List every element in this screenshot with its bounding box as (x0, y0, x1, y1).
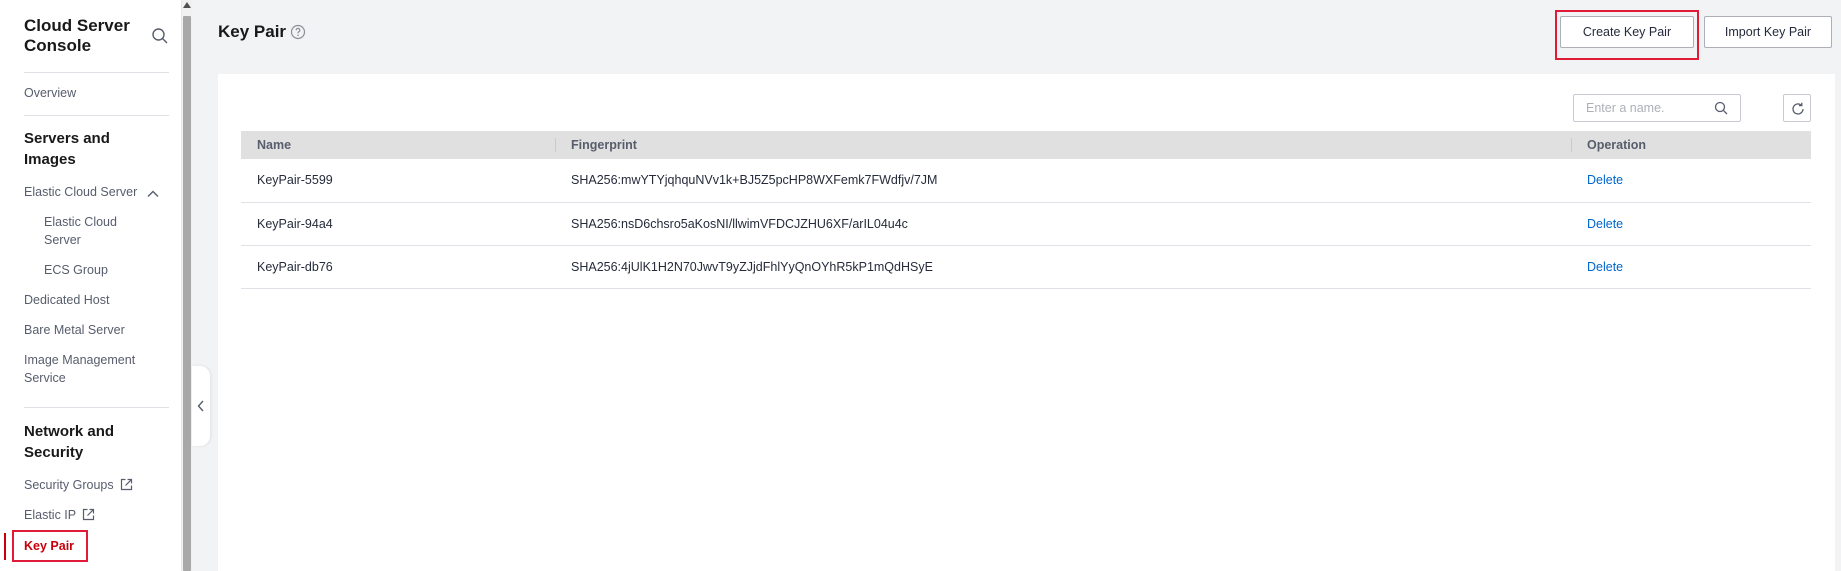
key-pair-name: KeyPair-5599 (241, 159, 555, 203)
import-key-pair-button[interactable]: Import Key Pair (1704, 16, 1832, 48)
sidebar-scrollbar[interactable] (182, 0, 192, 571)
delete-link-cell: Delete (1571, 245, 1811, 289)
sidebar-item-key-pair[interactable]: Key Pair (24, 537, 74, 555)
sidebar-header: Cloud Server Console (24, 16, 169, 56)
page-title: Key Pair (218, 22, 287, 41)
search-icon[interactable] (151, 27, 169, 45)
sidebar-item-image-management-service[interactable]: Image Management Service (24, 351, 144, 387)
divider (24, 407, 169, 408)
key-pair-fingerprint: SHA256:mwYTYjqhquNVv1k+BJ5Z5pcHP8WXFemk7… (555, 159, 1571, 203)
table-header-row: Name Fingerprint Operation (241, 131, 1811, 159)
scroll-thumb[interactable] (183, 16, 191, 571)
delete-link[interactable]: Delete (1587, 217, 1623, 231)
external-link-icon (120, 478, 132, 491)
sidebar-item-bare-metal-server[interactable]: Bare Metal Server (24, 321, 125, 339)
sidebar-item-dedicated-host[interactable]: Dedicated Host (24, 291, 109, 309)
search-field[interactable] (1573, 94, 1741, 122)
key-pair-fingerprint: SHA256:4jUlK1H2N70JwvT9yZJjdFhlYyQnOYhR5… (555, 245, 1571, 289)
scroll-up-arrow-icon[interactable] (183, 2, 191, 8)
sidebar-item-ecs-group[interactable]: ECS Group (44, 261, 144, 279)
chevron-up-icon[interactable] (146, 187, 160, 201)
delete-link-cell: Delete (1571, 159, 1811, 203)
table-row: KeyPair-5599 SHA256:mwYTYjqhquNVv1k+BJ5Z… (241, 159, 1811, 203)
console-title: Cloud Server Console (24, 16, 130, 55)
divider (24, 72, 169, 73)
create-key-pair-button[interactable]: Create Key Pair (1560, 16, 1694, 48)
sidebar: Cloud Server Console Overview Servers an… (0, 0, 182, 571)
sidebar-item-elastic-cloud-server-sub[interactable]: Elastic Cloud Server (44, 213, 144, 249)
delete-link[interactable]: Delete (1587, 173, 1623, 187)
key-pair-name: KeyPair-db76 (241, 245, 555, 289)
chevron-left-icon (197, 400, 204, 412)
search-input[interactable] (1574, 95, 1704, 121)
active-indicator (4, 533, 6, 560)
key-pair-fingerprint: SHA256:nsD6chsro5aKosNI/llwimVFDCJZHU6XF… (555, 202, 1571, 246)
table-row: KeyPair-db76 SHA256:4jUlK1H2N70JwvT9yZJj… (241, 245, 1811, 289)
refresh-button[interactable] (1783, 94, 1811, 122)
key-pair-card: Name Fingerprint Operation KeyPair-5599 … (218, 74, 1835, 571)
search-icon[interactable] (1714, 101, 1728, 115)
table-row: KeyPair-94a4 SHA256:nsD6chsro5aKosNI/llw… (241, 202, 1811, 246)
sidebar-item-elastic-ip[interactable]: Elastic IP (24, 506, 95, 524)
external-link-icon (83, 508, 95, 521)
help-icon[interactable] (290, 24, 306, 40)
delete-link-cell: Delete (1571, 202, 1811, 246)
key-pair-table: Name Fingerprint Operation KeyPair-5599 … (241, 131, 1811, 289)
divider (24, 115, 169, 116)
delete-link[interactable]: Delete (1587, 260, 1623, 274)
sidebar-item-label: Security Groups (24, 478, 114, 492)
column-header-operation: Operation (1571, 131, 1811, 159)
refresh-icon (1792, 102, 1804, 115)
sidebar-item-security-groups[interactable]: Security Groups (24, 476, 133, 494)
group-network-and-security: Network and Security (24, 423, 115, 461)
sidebar-item-elastic-cloud-server[interactable]: Elastic Cloud Server (24, 183, 137, 201)
column-header-name[interactable]: Name (241, 131, 555, 159)
sidebar-item-overview[interactable]: Overview (24, 84, 76, 102)
key-pair-name: KeyPair-94a4 (241, 202, 555, 246)
group-servers-and-images: Servers and Images (24, 130, 110, 168)
column-header-fingerprint[interactable]: Fingerprint (555, 131, 1571, 159)
sidebar-collapse-handle[interactable] (192, 366, 210, 446)
sidebar-item-label: Elastic IP (24, 508, 77, 522)
